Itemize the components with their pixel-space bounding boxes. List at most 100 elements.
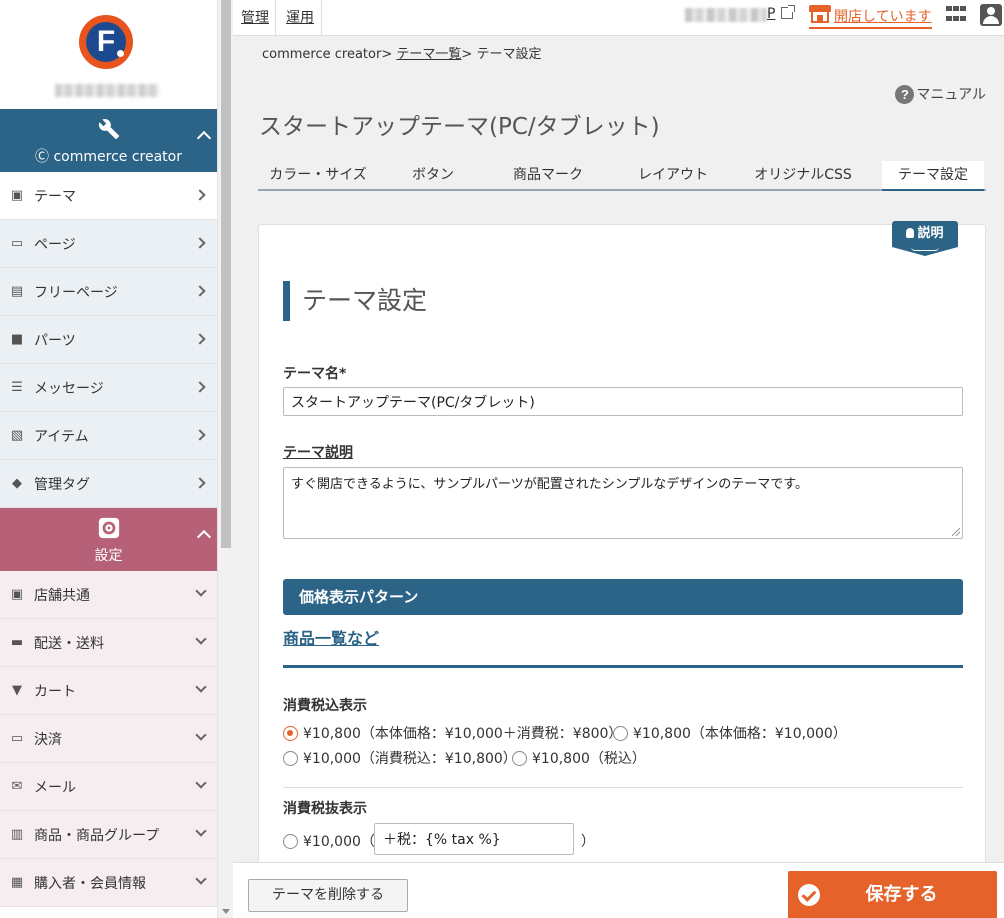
tab-product-mark[interactable]: 商品マーク: [483, 161, 613, 191]
sidebar-item-page[interactable]: ▭ ページ: [0, 220, 217, 268]
shop-url-redacted[interactable]: [685, 8, 767, 22]
resize-handle-icon[interactable]: [952, 528, 960, 536]
chevron-down-icon: [195, 633, 207, 645]
page-title: スタートアップテーマ(PC/タブレット): [259, 114, 660, 140]
radio-icon[interactable]: [283, 750, 298, 766]
tag-icon: ◆: [12, 476, 22, 491]
radio-label: ¥10,800（本体価格：¥10,000）: [633, 726, 847, 742]
shop-status-link[interactable]: 開店しています: [834, 6, 932, 26]
divider: [283, 787, 963, 788]
sidebar-item-free-page[interactable]: ▤ フリーページ: [0, 268, 217, 316]
sidebar-item-label: 配送・送料: [34, 635, 104, 652]
shop-link[interactable]: P: [767, 6, 775, 22]
delete-theme-button[interactable]: テーマを削除する: [248, 879, 408, 912]
sidebar-item-label: 管理タグ: [34, 476, 90, 493]
tax-incl-option-2[interactable]: ¥10,800（本体価格：¥10,000）: [613, 723, 847, 743]
theme-name-input[interactable]: スタートアップテーマ(PC/タブレット): [283, 387, 963, 416]
sidebar-item-label: メッセージ: [34, 380, 104, 397]
help-badge[interactable]: 説明: [892, 221, 958, 259]
tax-format-input[interactable]: ＋税：{% tax %}: [374, 823, 574, 855]
sidebar-item-parts[interactable]: ■ パーツ: [0, 316, 217, 364]
sidebar-item-mail[interactable]: ✉ メール: [0, 763, 217, 811]
help-badge-label: 説明: [917, 226, 944, 241]
sidebar-item-admin-tag[interactable]: ◆ 管理タグ: [0, 460, 217, 508]
cc-logo-icon: Ⓒ: [35, 149, 54, 165]
chevron-down-icon: [195, 585, 207, 597]
manual-link[interactable]: ? マニュアル: [895, 84, 986, 104]
scrollbar-thumb[interactable]: [221, 0, 231, 548]
tab-theme-settings[interactable]: テーマ設定: [882, 161, 984, 191]
sidebar: F Ⓒ commerce creator ▣ テーマ ▭ ページ ▤ フリーペー…: [0, 0, 217, 918]
tab-button[interactable]: ボタン: [388, 161, 478, 191]
sidebar-item-label: 決済: [34, 731, 62, 748]
tax-excl-option[interactable]: ¥10,000（: [283, 831, 375, 851]
user-icon[interactable]: [980, 4, 1002, 26]
id-card-icon: ▦: [10, 875, 24, 890]
product-list-heading[interactable]: 商品一覧など: [283, 625, 379, 649]
sidebar-item-item[interactable]: ▧ アイテム: [0, 412, 217, 460]
credit-card-icon: ▭: [10, 731, 24, 746]
group-settings[interactable]: 設定: [0, 508, 217, 571]
save-button[interactable]: 保存する: [788, 871, 997, 918]
sidebar-item-cart[interactable]: ▼ カート: [0, 667, 217, 715]
sidebar-item-shipping[interactable]: ▬ 配送・送料: [0, 619, 217, 667]
radio-selected-icon[interactable]: [283, 725, 298, 741]
group-settings-label: 設定: [94, 548, 123, 564]
radio-icon[interactable]: [283, 833, 298, 849]
radio-label: ¥10,000（消費税込：¥10,800）: [303, 751, 517, 767]
theme-desc-textarea[interactable]: すぐ開店できるように、サンプルパーツが配置されたシンプルなデザインのテーマです。: [283, 467, 963, 539]
group-commerce-creator[interactable]: Ⓒ commerce creator: [0, 109, 217, 172]
tax-incl-option-1[interactable]: ¥10,800（本体価格：¥10,000＋消費税：¥800）: [283, 723, 622, 743]
tab-layout[interactable]: レイアウト: [618, 161, 728, 191]
tab-color-size[interactable]: カラー・サイズ: [258, 161, 378, 191]
tab-original-css[interactable]: オリジナルCSS: [733, 161, 873, 191]
shop-status-underline: [809, 27, 932, 29]
breadcrumb-current: テーマ設定: [476, 47, 542, 62]
divider: [275, 0, 276, 36]
image-icon: ▧: [10, 428, 24, 443]
operations-link[interactable]: 運用: [286, 7, 314, 27]
wrench-icon: [0, 118, 217, 144]
settings-panel: 説明 テーマ設定 テーマ名* スタートアップテーマ(PC/タブレット) テーマ説…: [258, 221, 986, 884]
tax-incl-option-3[interactable]: ¥10,000（消費税込：¥10,800）: [283, 748, 517, 768]
sidebar-item-payment[interactable]: ▭ 決済: [0, 715, 217, 763]
chevron-right-icon: [194, 285, 206, 297]
truck-icon: ▬: [10, 635, 24, 650]
scroll-down-icon[interactable]: [222, 909, 230, 914]
main-content: commerce creator> テーマ一覧> テーマ設定 ? マニュアル ス…: [233, 37, 1004, 884]
apps-grid-icon[interactable]: [946, 6, 966, 24]
group-cc-label: commerce creator: [53, 149, 182, 165]
price-pattern-heading: 価格表示パターン: [283, 579, 963, 615]
divider: [321, 0, 322, 36]
cart-icon: ▼: [12, 683, 22, 698]
admin-link[interactable]: 管理: [241, 7, 269, 27]
sidebar-item-members[interactable]: ▦ 購入者・会員情報: [0, 859, 217, 907]
store-icon[interactable]: [809, 5, 831, 23]
lightbulb-icon: [906, 228, 915, 238]
sidebar-scrollbar[interactable]: [217, 0, 233, 918]
help-icon: ?: [895, 84, 915, 104]
tax-incl-option-4[interactable]: ¥10,800（税込）: [512, 748, 646, 768]
account-name-redacted: [55, 84, 159, 97]
radio-icon[interactable]: [512, 750, 527, 766]
sidebar-item-label: 商品・商品グループ: [34, 827, 160, 844]
chevron-right-icon: [194, 477, 206, 489]
radio-icon[interactable]: [613, 725, 628, 741]
sidebar-item-products[interactable]: ▥ 商品・商品グループ: [0, 811, 217, 859]
sidebar-item-theme[interactable]: ▣ テーマ: [0, 172, 217, 220]
logo-icon[interactable]: F: [79, 15, 133, 69]
radio-label: ¥10,800（本体価格：¥10,000＋消費税：¥800）: [303, 726, 623, 742]
breadcrumb-theme-list[interactable]: テーマ一覧: [396, 47, 461, 62]
section-heading: テーマ設定: [283, 281, 427, 321]
sidebar-item-label: パーツ: [34, 332, 76, 349]
external-link-icon[interactable]: [781, 5, 795, 19]
sidebar-item-store-common[interactable]: ▣ 店舗共通: [0, 571, 217, 619]
sidebar-item-label: テーマ: [34, 188, 76, 205]
theme-desc-text: すぐ開店できるように、サンプルパーツが配置されたシンプルなデザインのテーマです。: [291, 477, 809, 492]
chevron-down-icon: [195, 825, 207, 837]
sidebar-item-label: ページ: [34, 236, 76, 253]
sidebar-item-label: メール: [34, 779, 76, 796]
sidebar-item-message[interactable]: ☰ メッセージ: [0, 364, 217, 412]
sidebar-item-label: フリーページ: [34, 284, 118, 301]
theme-icon: ▣: [10, 188, 24, 203]
